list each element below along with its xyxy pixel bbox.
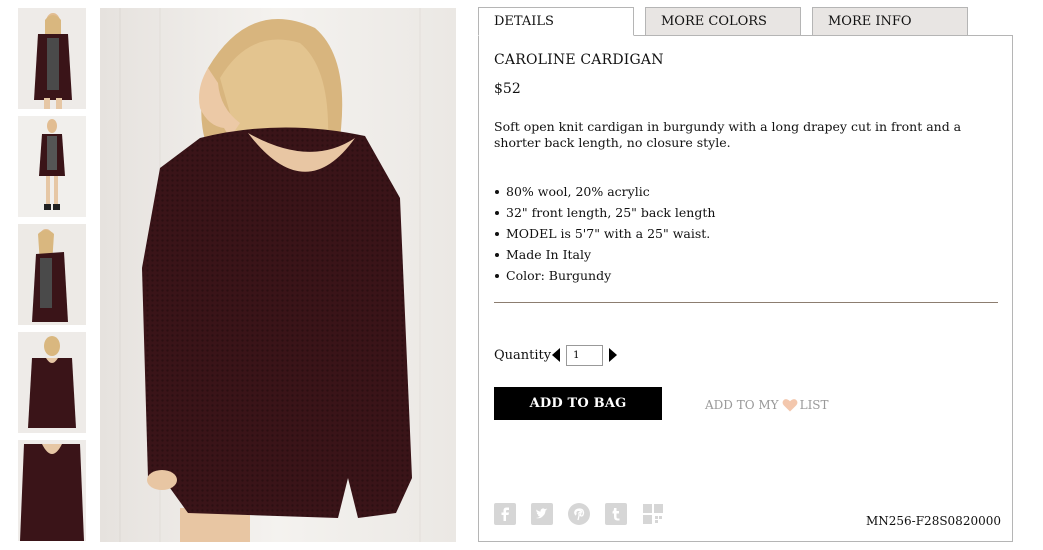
- heart-icon: [782, 399, 798, 412]
- product-price: $52: [494, 81, 521, 97]
- social-share-bar: [494, 503, 679, 525]
- feature-item: Color: Burgundy: [494, 267, 715, 288]
- thumbnail-back-closeup[interactable]: [18, 440, 86, 541]
- tab-more-colors[interactable]: MORE COLORS: [645, 7, 801, 36]
- quantity-row: Quantity: [494, 343, 618, 367]
- thumbnail-full-length[interactable]: [18, 116, 86, 217]
- details-panel: CAROLINE CARDIGAN $52 Soft open knit car…: [478, 35, 1013, 542]
- share-icon[interactable]: [642, 503, 664, 525]
- feature-item: MODEL is 5'7" with a 25" waist.: [494, 225, 715, 246]
- quantity-label: Quantity: [494, 347, 552, 363]
- tab-details[interactable]: DETAILS: [478, 7, 634, 36]
- quantity-decrease-icon[interactable]: [552, 348, 561, 362]
- main-product-image: [100, 8, 456, 542]
- pinterest-icon[interactable]: [568, 503, 590, 525]
- product-tabs: DETAILS MORE COLORS MORE INFO: [478, 7, 1013, 36]
- thumbnail-back[interactable]: [18, 332, 86, 433]
- add-to-bag-button[interactable]: ADD TO BAG: [494, 387, 662, 420]
- quantity-increase-icon[interactable]: [609, 348, 618, 362]
- facebook-icon[interactable]: [494, 503, 516, 525]
- quantity-input[interactable]: [566, 344, 604, 366]
- feature-item: Made In Italy: [494, 246, 715, 267]
- product-sku: MN256-F28S0820000: [865, 514, 1001, 528]
- add-to-wishlist-link[interactable]: ADD TO MY LIST: [705, 398, 829, 412]
- twitter-icon[interactable]: [531, 503, 553, 525]
- product-title: CAROLINE CARDIGAN: [494, 52, 664, 68]
- feature-item: 32" front length, 25" back length: [494, 204, 715, 225]
- feature-list: 80% wool, 20% acrylic 32" front length, …: [494, 183, 715, 288]
- thumbnail-strip: [18, 8, 86, 548]
- tumblr-icon[interactable]: [605, 503, 627, 525]
- wishlist-prefix: ADD TO MY: [705, 398, 779, 412]
- thumbnail-front[interactable]: [18, 8, 86, 109]
- wishlist-suffix: LIST: [799, 398, 829, 412]
- thumbnail-side[interactable]: [18, 224, 86, 325]
- feature-item: 80% wool, 20% acrylic: [494, 183, 715, 204]
- tab-more-info[interactable]: MORE INFO: [812, 7, 968, 36]
- divider: [494, 302, 998, 303]
- product-description: Soft open knit cardigan in burgundy with…: [494, 119, 962, 150]
